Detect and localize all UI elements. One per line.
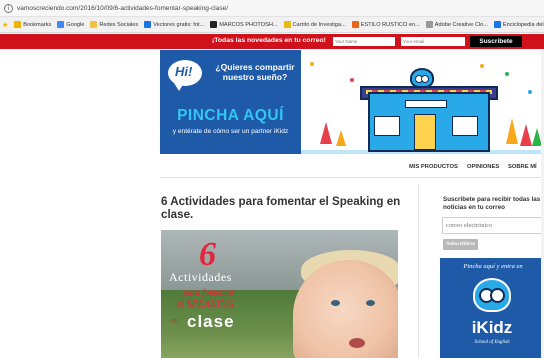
shop-window <box>452 116 478 136</box>
owl-logo-icon <box>473 278 511 312</box>
bookmark-item[interactable]: Enciclopedia del Ed... <box>493 21 544 28</box>
bookmark-favicon-icon <box>425 21 433 28</box>
sidebar-ikidz-ad[interactable]: Pincha aquí y entra en iKidz School of E… <box>440 258 544 358</box>
bookmark-favicon-icon <box>14 21 22 28</box>
nav-item-opiniones[interactable]: OPINIONES <box>467 164 499 170</box>
bookmark-item[interactable]: Vectores gratis: fot... <box>144 21 204 28</box>
bookmark-star-icon[interactable]: ★ <box>2 21 8 29</box>
confetti-dot <box>310 62 314 66</box>
bookmark-item[interactable]: ESTILO RUSTICO en... <box>351 21 420 28</box>
confetti-dot <box>528 90 532 94</box>
owl-logo-icon <box>410 68 434 88</box>
email-field[interactable] <box>401 37 465 46</box>
bookmark-label: Enciclopedia del Ed... <box>502 21 544 28</box>
confetti-dot <box>505 72 509 76</box>
ad-brand: iKidz <box>471 318 513 337</box>
confetti-dot <box>350 78 354 82</box>
confetti-dot <box>480 64 484 68</box>
subscribe-button[interactable]: Suscribete <box>470 36 522 47</box>
bookmark-favicon-icon <box>90 21 98 28</box>
bookmark-label: Adobe Creative Clo... <box>434 21 488 28</box>
bookmark-label: Carrito de Investiga... <box>292 21 346 28</box>
bookmark-favicon-icon <box>493 21 501 28</box>
sidebar-email-input[interactable] <box>442 217 544 234</box>
bookmark-item[interactable]: Google <box>57 21 84 28</box>
bookmark-item[interactable]: MARCOS PHOTOSH... <box>210 21 278 28</box>
sidebar-divider <box>418 184 419 358</box>
child-eye <box>366 300 375 306</box>
banner-subtext: y entérate de cómo ser un partner iKidz <box>172 128 289 135</box>
ad-brand-sub: School of English <box>474 340 510 345</box>
banner-question: ¿Quieres compartir nuestro sueño? <box>215 62 295 82</box>
bookmark-label: Redes Sociales <box>99 21 139 28</box>
tree-icon <box>336 130 346 146</box>
shop-sign <box>405 100 447 108</box>
bookmark-item[interactable]: Bookmarks <box>14 21 51 28</box>
bookmark-label: MARCOS PHOTOSH... <box>219 21 278 28</box>
tree-icon <box>320 122 332 144</box>
subscribe-topbar: ¡Todas las novedades en tu correo! Suscr… <box>0 34 544 49</box>
info-icon[interactable]: i <box>4 3 13 13</box>
bookmark-label: Google <box>66 21 85 28</box>
nav-item-productos[interactable]: MIS PRODUCTOS <box>409 164 458 170</box>
tree-icon <box>520 124 532 146</box>
post-title[interactable]: 6 Actividades para fomentar el Speaking … <box>161 195 401 221</box>
image-line-1: Actividades <box>169 270 232 284</box>
ad-text: Pincha aquí y entra en <box>463 263 523 270</box>
bookmark-favicon-icon <box>144 21 152 28</box>
tree-icon <box>506 118 518 144</box>
post-featured-image[interactable]: 6 Actividades para fomentar el SPEAKING … <box>161 230 398 358</box>
url-text[interactable]: vamoscreciendo.com/2016/10/09/6-activida… <box>17 5 228 12</box>
image-line-3: el SPEAKING <box>177 299 234 310</box>
bookmark-favicon-icon <box>210 21 218 28</box>
sidebar-subscribe-title: Suscribete para recibir todas las notici… <box>443 196 541 211</box>
header-banner[interactable]: Hi! ¿Quieres compartir nuestro sueño? PI… <box>160 50 544 156</box>
image-line-5: clase <box>187 312 235 331</box>
banner-cta[interactable]: PINCHA AQUÍ <box>160 107 301 125</box>
nav-divider <box>160 177 544 178</box>
bookmark-item[interactable]: Adobe Creative Clo... <box>425 21 488 28</box>
sidebar-subscribe-button[interactable]: Subscribirse <box>443 239 478 250</box>
banner-hi: Hi! <box>175 64 193 79</box>
bookmark-favicon-icon <box>57 21 65 28</box>
bookmark-item[interactable]: Carrito de Investiga... <box>283 21 346 28</box>
child-eye <box>331 300 340 306</box>
bookmarks-bar: ★ Bookmarks Google Redes Sociales Vectores g… <box>0 17 544 33</box>
child-mouth <box>349 338 365 348</box>
banner-blue-panel: Hi! ¿Quieres compartir nuestro sueño? PI… <box>160 50 301 154</box>
promo-text: ¡Todas las novedades en tu correo! <box>212 37 326 44</box>
nav-item-sobre-mi[interactable]: SOBRE MÍ <box>508 164 537 170</box>
name-field[interactable] <box>333 37 395 46</box>
image-line-2: para fomentar <box>183 287 235 297</box>
bookmark-label: Bookmarks <box>23 21 52 28</box>
bookmark-favicon-icon <box>351 21 359 28</box>
image-line-4: en <box>171 316 179 325</box>
bookmark-label: ESTILO RUSTICO en... <box>360 21 420 28</box>
bookmark-favicon-icon <box>283 21 291 28</box>
bookmark-item[interactable]: Redes Sociales <box>90 21 138 28</box>
shop-window <box>374 116 400 136</box>
address-bar[interactable]: i vamoscreciendo.com/2016/10/09/6-activi… <box>0 0 544 17</box>
bookmark-label: Vectores gratis: fot... <box>153 21 205 28</box>
image-number: 6 <box>199 236 216 273</box>
child-face <box>293 260 398 358</box>
browser-page: i vamoscreciendo.com/2016/10/09/6-activi… <box>0 0 544 358</box>
shop-door <box>414 114 436 150</box>
